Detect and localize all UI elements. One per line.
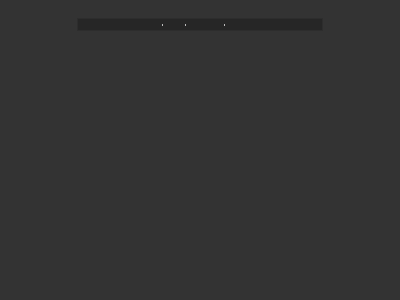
toolbar-dot-icon[interactable] — [185, 24, 186, 26]
toolbar-dot-icon[interactable] — [224, 24, 225, 26]
toolbar-dot-icon[interactable] — [162, 24, 163, 26]
app-window — [0, 0, 400, 300]
top-toolbar — [77, 18, 323, 31]
